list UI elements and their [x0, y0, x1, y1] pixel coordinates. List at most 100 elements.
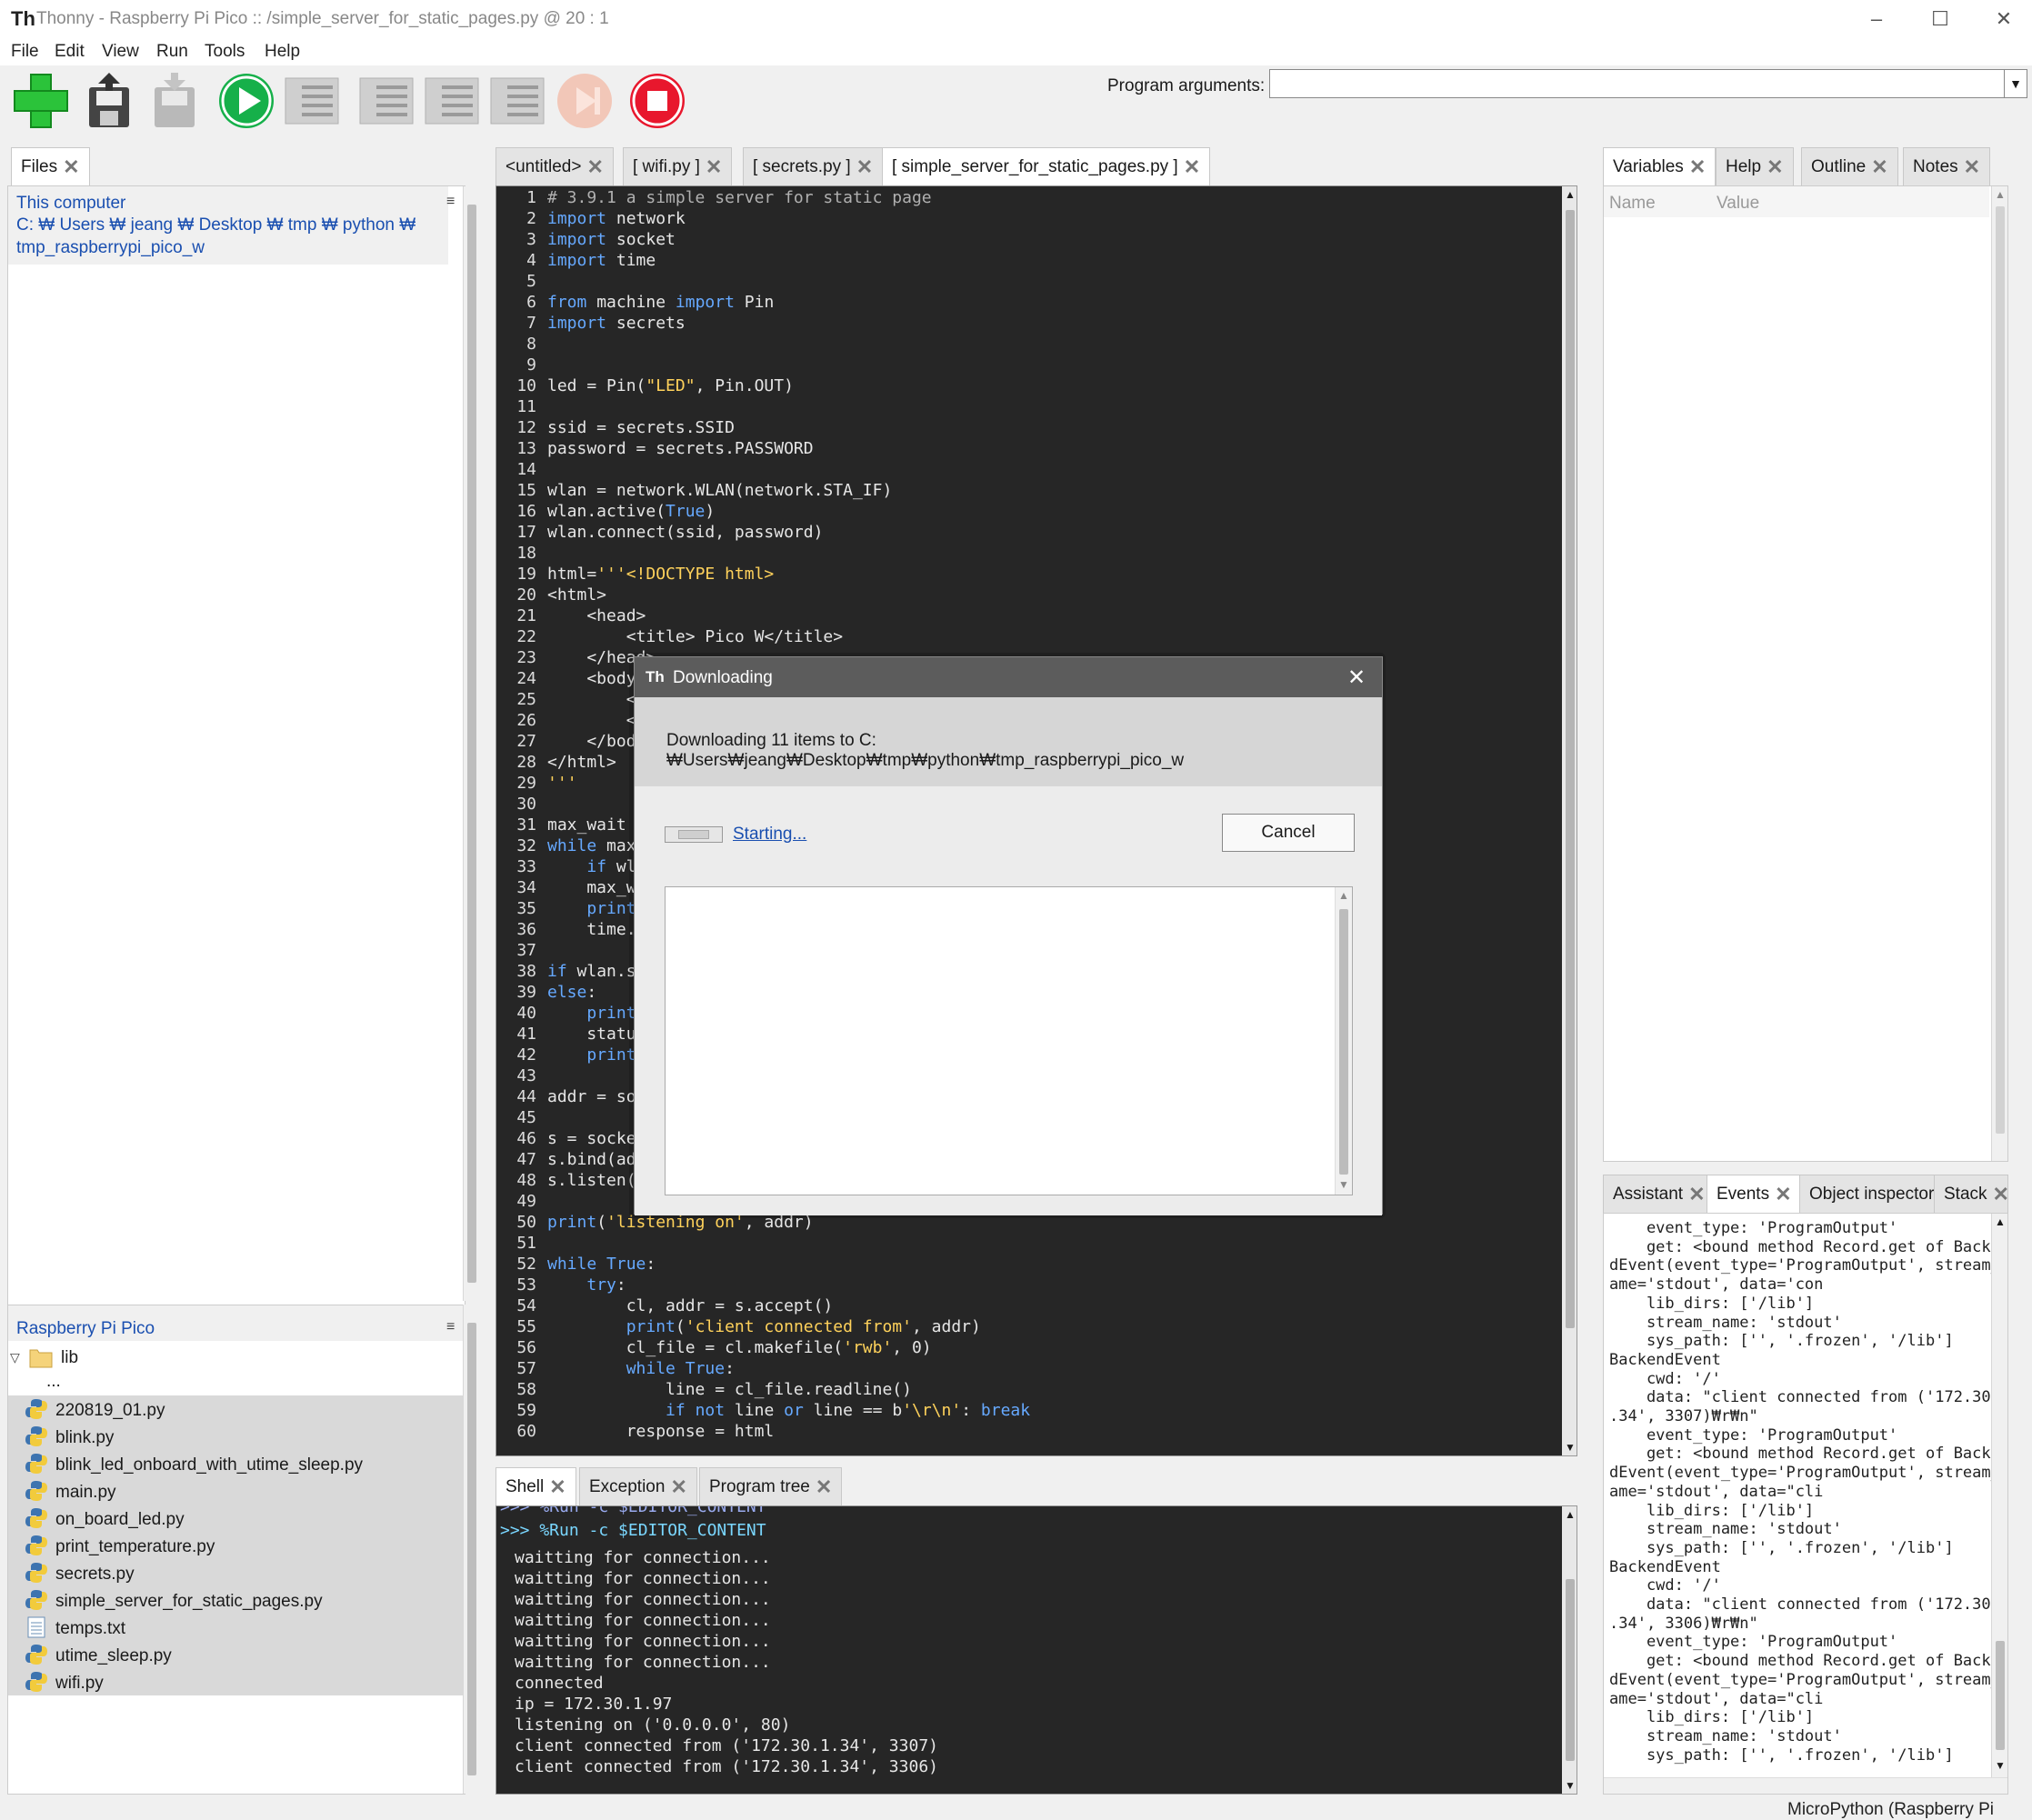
menu-help[interactable]: Help	[265, 42, 300, 62]
chevron-down-icon[interactable]: ▽	[10, 1350, 20, 1365]
scroll-up-icon[interactable]: ▲	[1995, 188, 2006, 201]
close-icon[interactable]: ✕	[706, 157, 722, 177]
tab-notes[interactable]: Notes ✕	[1903, 147, 1991, 185]
close-icon[interactable]: ✕	[63, 157, 79, 177]
maximize-button[interactable]: ☐	[1922, 4, 1958, 35]
minimize-button[interactable]: –	[1858, 4, 1895, 35]
scrollbar-thumb[interactable]	[1566, 210, 1575, 1328]
list-item[interactable]: utime_sleep.py	[25, 1643, 172, 1670]
close-icon[interactable]: ✕	[1871, 157, 1887, 177]
scrollbar-thumb[interactable]	[467, 1323, 476, 1775]
list-item[interactable]: secrets.py	[25, 1561, 135, 1588]
close-icon[interactable]: ✕	[1993, 1185, 2007, 1205]
open-file-icon[interactable]	[78, 71, 138, 131]
this-computer-label[interactable]: This computer	[16, 194, 125, 214]
tab-program-tree[interactable]: Program tree ✕	[699, 1467, 843, 1505]
parent-dir-ellipsis[interactable]: ...	[46, 1372, 61, 1392]
shell-console[interactable]: >>> %Run -c $EDITOR_CONTENT >>> %Run -c …	[495, 1505, 1577, 1795]
program-arguments-input[interactable]	[1269, 69, 2007, 98]
list-item[interactable]: on_board_led.py	[25, 1506, 185, 1534]
scroll-down-icon[interactable]: ▼	[1338, 1178, 1349, 1191]
files-scrollbar-upper[interactable]	[463, 186, 479, 1301]
scrollbar-thumb[interactable]	[1339, 909, 1348, 1175]
scroll-down-icon[interactable]: ▼	[1565, 1779, 1576, 1792]
scroll-down-icon[interactable]: ▼	[1565, 1441, 1576, 1454]
menu-tools[interactable]: Tools	[205, 42, 245, 62]
shell-scrollbar[interactable]: ▲ ▼	[1562, 1506, 1577, 1794]
close-icon[interactable]: ✕	[856, 157, 873, 177]
close-icon[interactable]: ✕	[1184, 157, 1200, 177]
tab-stack[interactable]: Stack ✕	[1934, 1175, 2008, 1213]
list-item[interactable]: 220819_01.py	[25, 1397, 165, 1425]
menu-edit[interactable]: Edit	[55, 42, 85, 62]
list-item[interactable]: simple_server_for_static_pages.py	[25, 1588, 323, 1615]
scroll-up-icon[interactable]: ▲	[1338, 889, 1349, 902]
column-value[interactable]: Value	[1717, 194, 1759, 214]
tab-untitled[interactable]: <untitled> ✕	[495, 147, 614, 185]
download-log[interactable]: ▲ ▼	[665, 886, 1353, 1195]
step-into-icon[interactable]	[422, 71, 482, 131]
tab-events[interactable]: Events ✕	[1707, 1175, 1802, 1213]
scroll-up-icon[interactable]: ▲	[1995, 1215, 2006, 1228]
stop-icon[interactable]	[627, 71, 687, 131]
menu-icon[interactable]: ≡	[446, 1319, 455, 1335]
list-item[interactable]: print_temperature.py	[25, 1534, 215, 1561]
tab-wifi[interactable]: [ wifi.py ] ✕	[623, 147, 733, 185]
debug-icon[interactable]	[282, 71, 342, 131]
breadcrumb-folder[interactable]: tmp_raspberrypi_pico_w	[16, 238, 205, 258]
scrollbar-thumb[interactable]	[1566, 1579, 1575, 1761]
close-icon[interactable]: ✕	[670, 1477, 686, 1497]
status-link[interactable]: Starting...	[733, 825, 806, 845]
menu-view[interactable]: View	[102, 42, 139, 62]
tab-shell[interactable]: Shell ✕	[495, 1467, 576, 1505]
list-item[interactable]: blink_led_onboard_with_utime_sleep.py	[25, 1452, 363, 1479]
log-scrollbar[interactable]: ▲ ▼	[1335, 887, 1352, 1195]
save-file-icon[interactable]	[144, 71, 204, 131]
cancel-button[interactable]: Cancel	[1222, 814, 1355, 852]
breadcrumb[interactable]: C: ₩ Users ₩ jeang ₩ Desktop ₩ tmp ₩ pyt…	[16, 215, 415, 235]
folder-lib[interactable]: lib	[61, 1348, 78, 1368]
tab-assistant[interactable]: Assistant ✕	[1603, 1175, 1716, 1213]
scrollbar-thumb[interactable]	[1996, 206, 2005, 1134]
list-item[interactable]: wifi.py	[25, 1670, 104, 1697]
step-out-icon[interactable]	[487, 71, 547, 131]
column-name[interactable]: Name	[1609, 194, 1656, 214]
scrollbar-thumb[interactable]	[1996, 1641, 2005, 1750]
resume-icon[interactable]	[555, 71, 615, 131]
tab-exception[interactable]: Exception ✕	[579, 1467, 697, 1505]
new-file-icon[interactable]	[11, 71, 71, 131]
list-item[interactable]: temps.txt	[25, 1615, 125, 1643]
tab-files[interactable]: Files ✕	[11, 147, 90, 185]
close-icon[interactable]: ✕	[586, 157, 603, 177]
raspberry-pi-pico-label[interactable]: Raspberry Pi Pico	[16, 1319, 155, 1339]
scrollbar-thumb[interactable]	[467, 205, 476, 1283]
files-scrollbar-lower[interactable]	[463, 1305, 479, 1794]
menu-file[interactable]: File	[11, 42, 39, 62]
menu-icon[interactable]: ≡	[446, 194, 455, 210]
variables-scrollbar[interactable]: ▲	[1991, 186, 2007, 1161]
close-window-button[interactable]: ✕	[1986, 4, 2022, 35]
tab-outline[interactable]: Outline ✕	[1801, 147, 1898, 185]
close-icon[interactable]: ✕	[549, 1477, 566, 1497]
status-bar-interpreter[interactable]: MicroPython (Raspberry Pi Pico)	[1787, 1800, 2032, 1820]
run-icon[interactable]	[216, 71, 276, 131]
list-item[interactable]: main.py	[25, 1479, 116, 1506]
tab-secrets[interactable]: [ secrets.py ] ✕	[743, 147, 884, 185]
close-icon[interactable]: ✕	[1347, 665, 1366, 691]
step-over-icon[interactable]	[356, 71, 416, 131]
tab-simple-server[interactable]: [ simple_server_for_static_pages.py ] ✕	[882, 147, 1211, 185]
close-icon[interactable]: ✕	[1767, 157, 1783, 177]
scroll-down-icon[interactable]: ▼	[1995, 1759, 2006, 1772]
scroll-up-icon[interactable]: ▲	[1565, 188, 1576, 201]
scroll-up-icon[interactable]: ▲	[1565, 1508, 1576, 1521]
close-icon[interactable]: ✕	[1964, 157, 1980, 177]
menu-run[interactable]: Run	[156, 42, 188, 62]
close-icon[interactable]: ✕	[1689, 157, 1706, 177]
tab-help[interactable]: Help ✕	[1716, 147, 1794, 185]
events-hscrollbar[interactable]	[1604, 1777, 2007, 1794]
close-icon[interactable]: ✕	[1688, 1185, 1705, 1205]
close-icon[interactable]: ✕	[1775, 1185, 1791, 1205]
chevron-down-icon[interactable]: ▼	[2004, 69, 2027, 98]
events-scrollbar[interactable]: ▲ ▼	[1991, 1214, 2007, 1777]
close-icon[interactable]: ✕	[816, 1477, 832, 1497]
